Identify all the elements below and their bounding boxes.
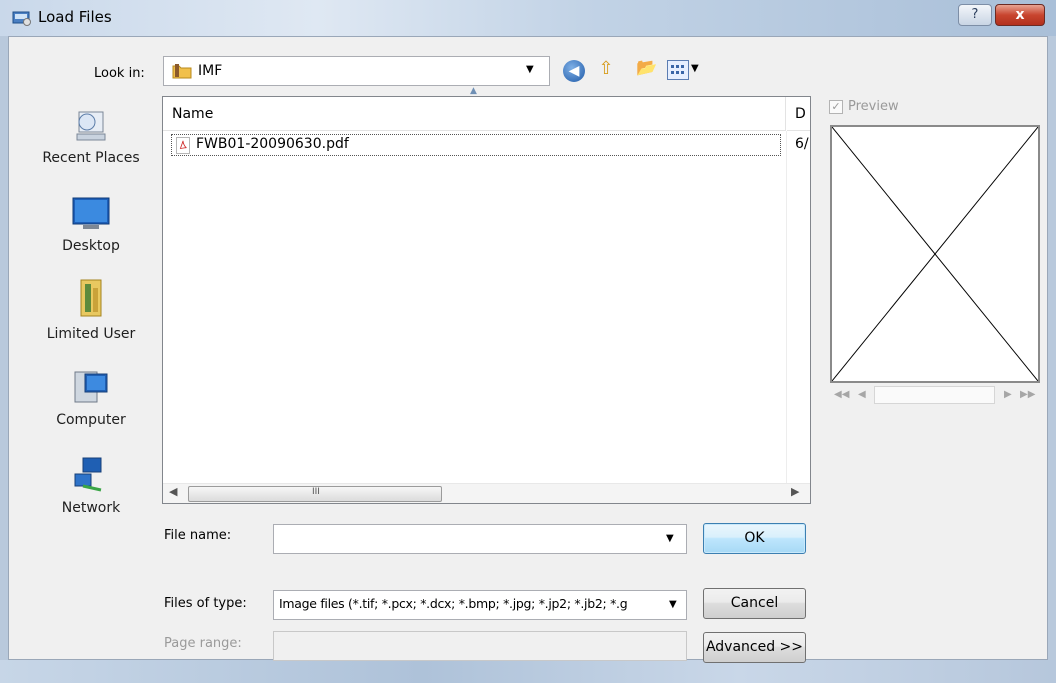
view-menu-icon[interactable] <box>667 60 689 80</box>
column-divider <box>786 131 787 483</box>
look-in-value: IMF <box>198 63 223 79</box>
place-label: Network <box>61 500 121 516</box>
app-icon <box>12 11 31 26</box>
files-of-type-value: Image files (*.tif; *.pcx; *.dcx; *.bmp;… <box>279 596 628 611</box>
last-page-icon: ▶▶ <box>1020 389 1036 400</box>
help-button[interactable]: ? <box>958 4 992 26</box>
look-in-label: Look in: <box>94 66 145 81</box>
scroll-left-icon[interactable]: ◀ <box>169 485 177 498</box>
view-dropdown-arrow-icon[interactable]: ▼ <box>691 63 699 74</box>
chevron-down-icon[interactable]: ▼ <box>669 599 677 610</box>
view-grid-icon <box>671 65 684 74</box>
place-label: Recent Places <box>42 150 140 166</box>
new-folder-icon[interactable]: 📂 <box>634 58 660 82</box>
page-range-label: Page range: <box>164 636 242 651</box>
preview-checkbox[interactable]: ✓ <box>829 100 843 114</box>
sort-ascending-icon: ▲ <box>470 86 477 96</box>
chevron-down-icon[interactable]: ▼ <box>526 64 534 75</box>
files-of-type-label: Files of type: <box>164 596 247 611</box>
network-icon <box>74 457 102 492</box>
empty-preview-cross <box>831 126 1039 382</box>
column-header-label: D <box>795 106 806 122</box>
place-label: Desktop <box>62 238 120 254</box>
next-page-icon: ▶ <box>1004 389 1012 400</box>
file-name-cell: FWB01-20090630.pdf <box>196 136 349 152</box>
ok-button[interactable]: OK <box>703 523 806 554</box>
desktop-icon <box>72 197 110 229</box>
preview-scroll-track <box>874 386 995 404</box>
up-folder-icon[interactable]: ⇧ <box>595 58 617 82</box>
preview-pane <box>830 125 1040 383</box>
place-recent-places[interactable]: Recent Places <box>32 106 150 166</box>
title-bar[interactable] <box>0 0 1056 36</box>
file-date-cell: 6/ <box>795 136 809 152</box>
cancel-button[interactable]: Cancel <box>703 588 806 619</box>
file-name-label: File name: <box>164 528 232 543</box>
file-list[interactable] <box>162 96 811 504</box>
column-header-name[interactable] <box>163 97 786 131</box>
window-title: Load Files <box>38 8 112 26</box>
preview-label: Preview <box>848 99 899 114</box>
place-limited-user[interactable]: Limited User <box>32 278 150 342</box>
folder-icon <box>172 64 192 79</box>
file-name-input[interactable] <box>273 524 687 554</box>
place-desktop[interactable]: Desktop <box>32 194 150 254</box>
place-label: Computer <box>56 412 126 428</box>
recent-places-icon <box>76 111 106 141</box>
place-computer[interactable]: Computer <box>32 368 150 428</box>
user-folder-icon <box>80 279 102 317</box>
close-button[interactable]: x <box>995 4 1045 26</box>
scroll-right-icon[interactable]: ▶ <box>791 485 799 498</box>
first-page-icon: ◀◀ <box>834 389 850 400</box>
back-icon[interactable]: ◀ <box>563 60 585 82</box>
previous-page-icon: ◀ <box>858 389 866 400</box>
column-header-label: Name <box>172 106 214 122</box>
pdf-file-icon <box>176 137 190 154</box>
window-frame-bottom <box>0 660 1056 683</box>
page-range-input <box>273 631 687 661</box>
place-label: Limited User <box>46 326 136 342</box>
scrollbar-grip: III <box>312 487 320 497</box>
place-network[interactable]: Network <box>32 456 150 516</box>
advanced-button[interactable]: Advanced >> <box>703 632 806 663</box>
chevron-down-icon[interactable]: ▼ <box>666 533 674 544</box>
computer-icon <box>74 371 108 403</box>
